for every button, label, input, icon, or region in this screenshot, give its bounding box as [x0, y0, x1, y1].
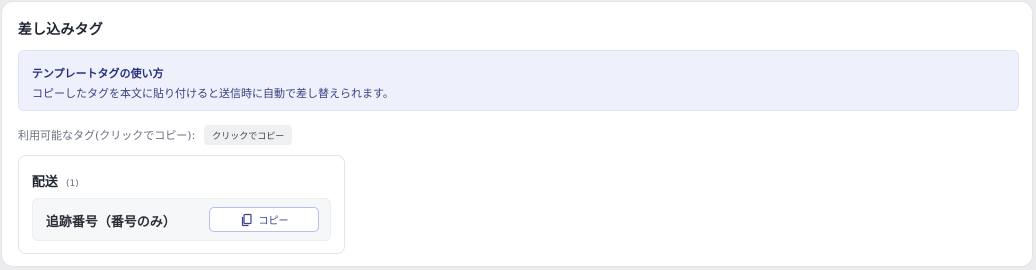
group-header: 配送 (1) — [32, 171, 79, 190]
info-title: テンプレートタグの使い方 — [32, 67, 164, 80]
copy-tag-button[interactable]: コピー — [209, 207, 319, 232]
available-tags-label: 利用可能なタグ(クリックでコピー): — [18, 129, 196, 142]
click-to-copy-chip: クリックでコピー — [204, 125, 293, 145]
copy-icon — [241, 213, 252, 226]
tag-group-shipping: 配送 (1) 追跡番号（番号のみ） コピー — [18, 155, 345, 254]
group-count: (1) — [66, 179, 79, 189]
panel-title: 差し込みタグ — [18, 22, 104, 38]
available-tags-row: 利用可能なタグ(クリックでコピー): クリックでコピー — [18, 125, 293, 145]
copy-button-label: コピー — [258, 216, 289, 227]
info-description: コピーしたタグを本文に貼り付けると送信時に自動で差し替えられます。 — [32, 87, 394, 100]
usage-info-box: テンプレートタグの使い方 コピーしたタグを本文に貼り付けると送信時に自動で差し替… — [18, 50, 1019, 111]
merge-tags-panel: 差し込みタグ テンプレートタグの使い方 コピーしたタグを本文に貼り付けると送信時… — [1, 1, 1033, 267]
tag-label: 追跡番号（番号のみ） — [46, 215, 177, 230]
tag-row-tracking-number: 追跡番号（番号のみ） コピー — [32, 198, 331, 241]
group-name: 配送 — [32, 175, 59, 190]
